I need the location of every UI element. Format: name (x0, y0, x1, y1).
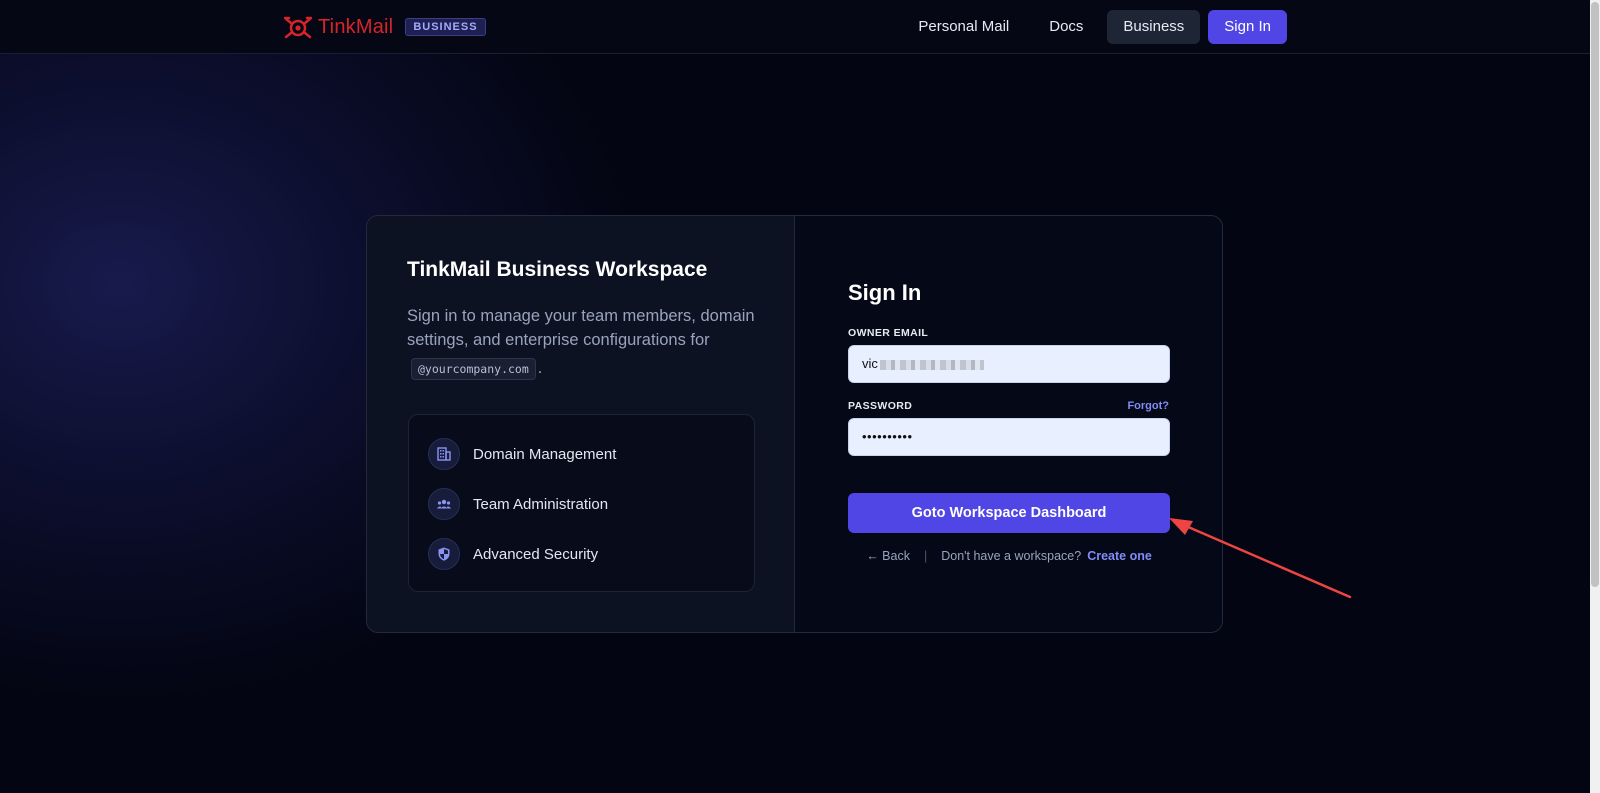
page-scrollbar[interactable] (1590, 0, 1600, 793)
nav-personal-mail[interactable]: Personal Mail (902, 10, 1025, 44)
info-pane: TinkMail Business Workspace Sign in to m… (367, 216, 795, 632)
owner-email-field[interactable]: vic (848, 345, 1170, 383)
brand[interactable]: TinkMail BUSINESS (284, 14, 486, 40)
main-nav: Personal Mail Docs Business Sign In (902, 10, 1287, 44)
feature-label: Team Administration (473, 495, 609, 513)
workspace-title: TinkMail Business Workspace (407, 258, 708, 281)
password-label: PASSWORD (848, 400, 913, 412)
form-footer: ← Back | Don't have a workspace? Create … (848, 549, 1170, 563)
owner-email-label: OWNER EMAIL (848, 327, 929, 339)
signin-title: Sign In (848, 280, 922, 305)
goto-dashboard-button[interactable]: Goto Workspace Dashboard (848, 493, 1170, 533)
description-period: . (537, 359, 543, 377)
feature-domain-management: Domain Management (428, 435, 735, 473)
nav-business[interactable]: Business (1107, 10, 1201, 44)
feature-label: Domain Management (473, 445, 617, 463)
brand-badge: BUSINESS (405, 18, 486, 36)
building-icon (428, 438, 460, 470)
back-link[interactable]: ← Back (866, 549, 910, 563)
features-list: Domain Management Team Administration Ad… (408, 414, 755, 592)
redacted-email-blur (879, 359, 984, 370)
domain-chip: @yourcompany.com (411, 358, 536, 380)
feature-team-administration: Team Administration (428, 485, 735, 523)
shield-icon (428, 538, 460, 570)
separator: | (923, 549, 928, 563)
group-icon (428, 488, 460, 520)
email-value: vic (862, 356, 878, 371)
annotation-arrow (1169, 518, 1352, 599)
password-field[interactable]: •••••••••• (848, 418, 1170, 456)
description-text: Sign in to manage your team members, dom… (407, 307, 755, 349)
top-navbar: TinkMail BUSINESS Personal Mail Docs Bus… (0, 0, 1590, 54)
workspace-description: Sign in to manage your team members, dom… (407, 304, 767, 380)
nav-docs[interactable]: Docs (1033, 10, 1099, 44)
no-workspace-text: Don't have a workspace? (941, 549, 1082, 563)
feature-advanced-security: Advanced Security (428, 535, 735, 573)
brand-name: TinkMail (318, 15, 394, 38)
feature-label: Advanced Security (473, 545, 599, 563)
tinkmail-logo-icon (284, 16, 312, 39)
scrollbar-thumb[interactable] (1591, 2, 1599, 587)
nav-sign-in-button[interactable]: Sign In (1208, 10, 1287, 44)
forgot-password-link[interactable]: Forgot? (1127, 400, 1169, 412)
signin-card: TinkMail Business Workspace Sign in to m… (366, 215, 1223, 633)
create-workspace-link[interactable]: Create one (1087, 549, 1152, 563)
signin-form: Sign In OWNER EMAIL vic PASSWORD Forgot?… (795, 216, 1222, 632)
